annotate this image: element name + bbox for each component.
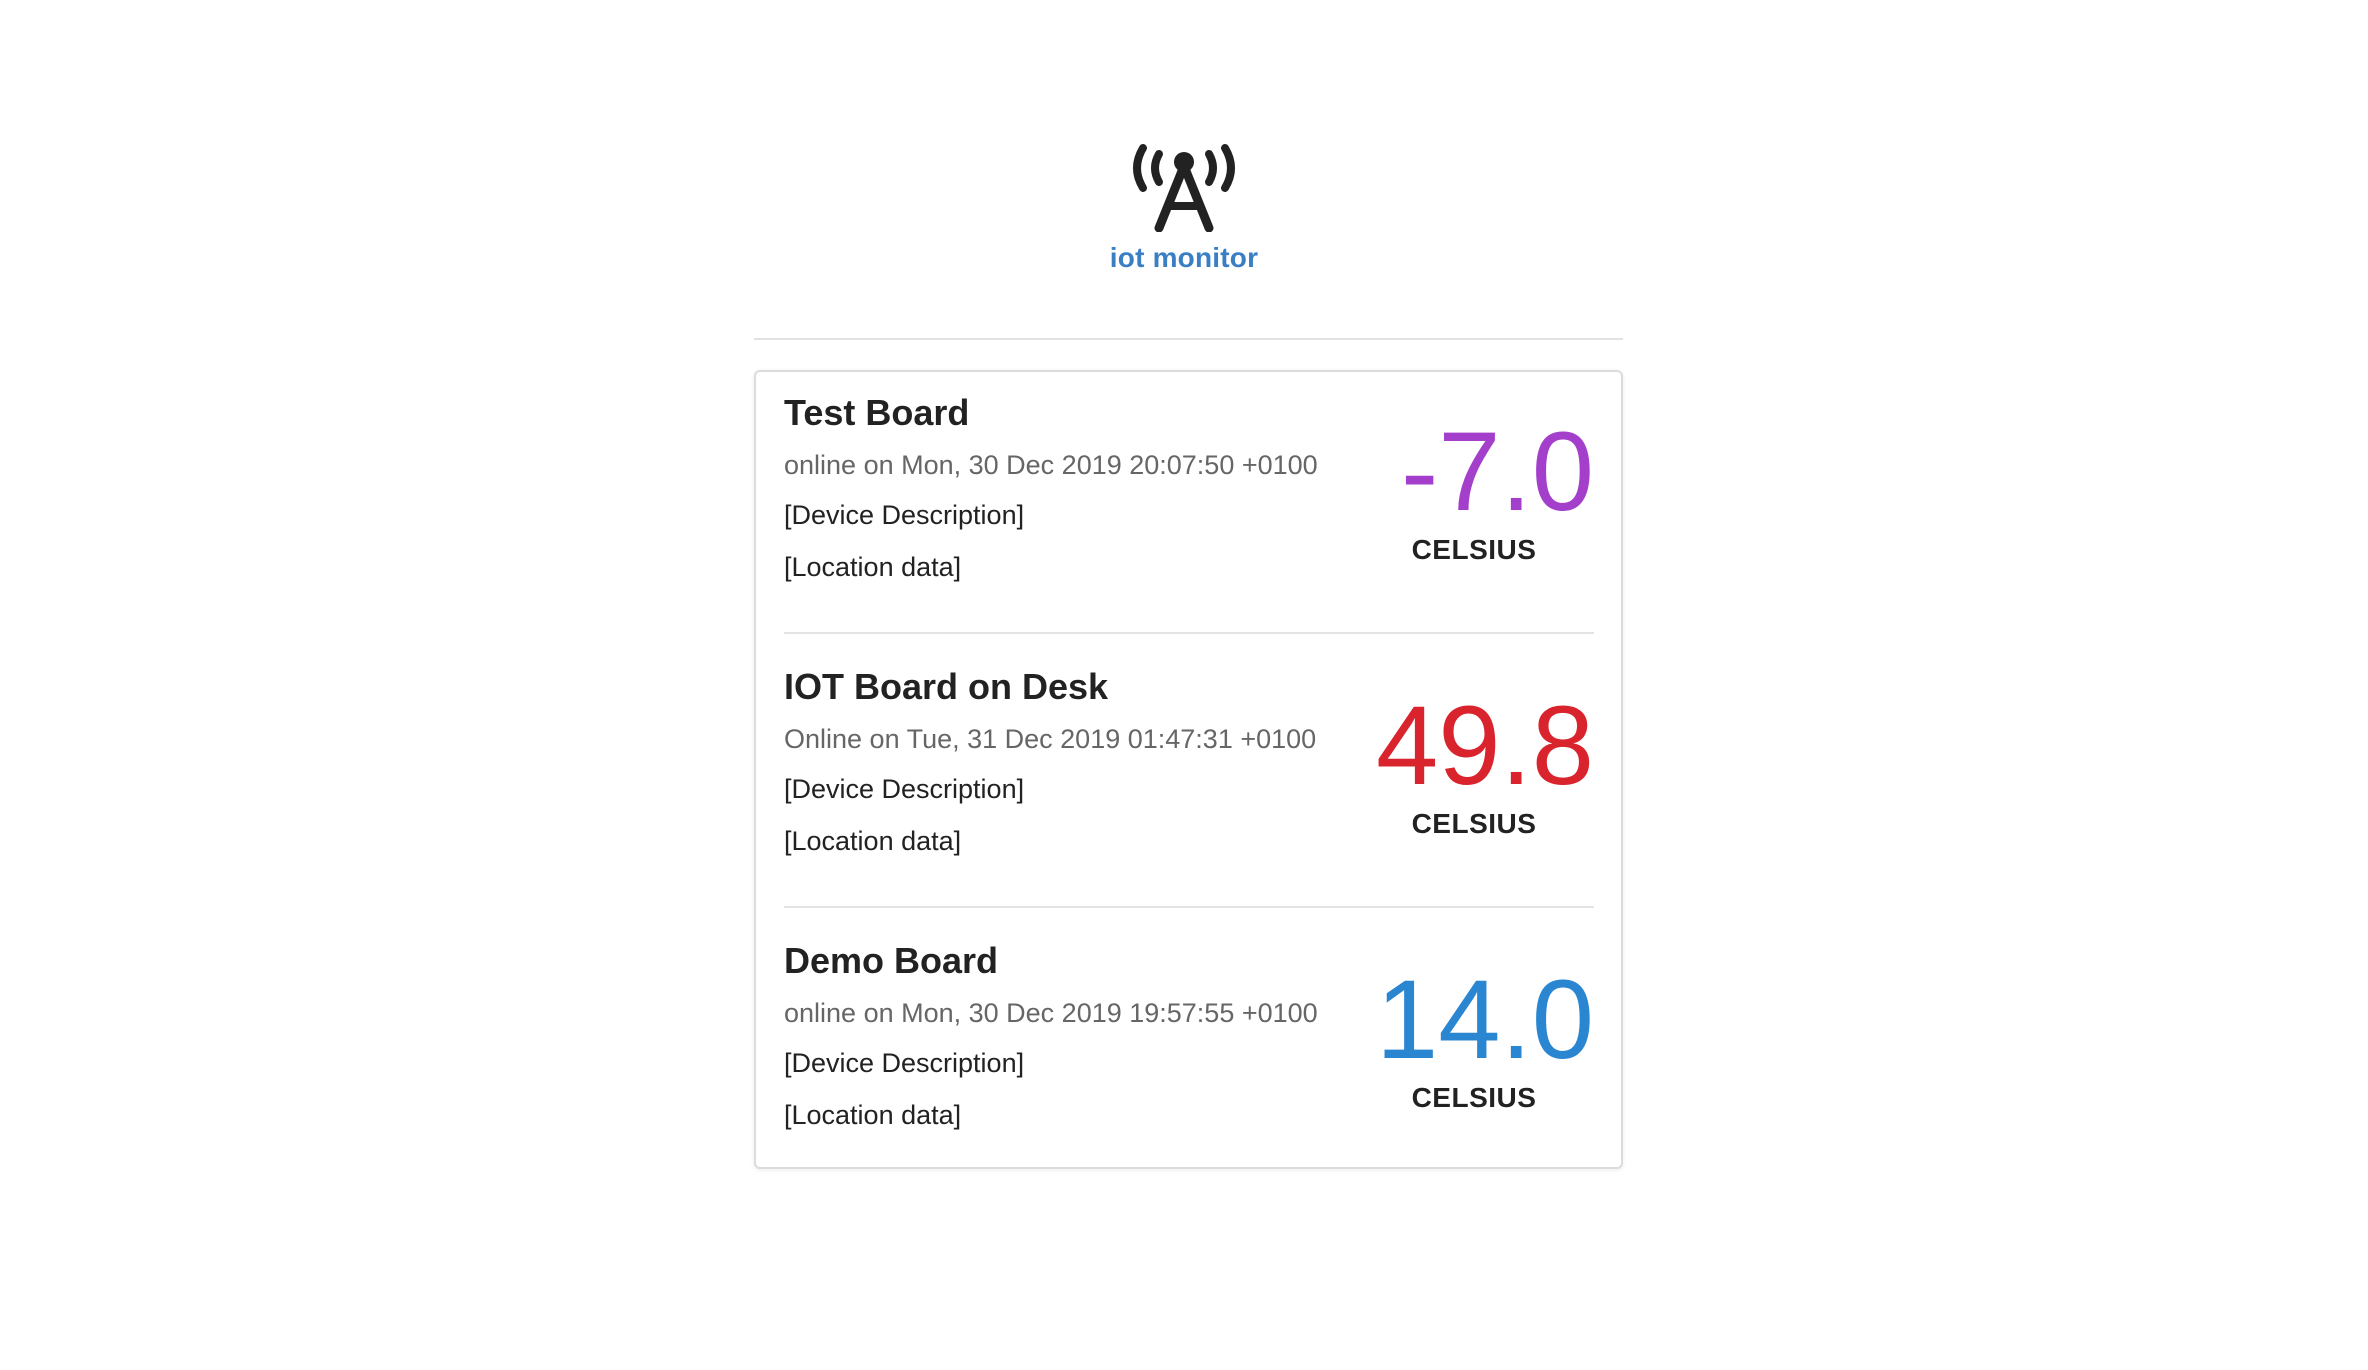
header-divider [754, 338, 1623, 340]
temperature-readout: 49.8 CELSIUS [1354, 683, 1594, 840]
row-divider [784, 632, 1594, 634]
device-location: [Location data] [784, 552, 962, 582]
temperature-unit: CELSIUS [1411, 808, 1537, 839]
temperature-unit: CELSIUS [1411, 1082, 1537, 1113]
device-location: [Location data] [784, 826, 962, 856]
device-description: [Device Description] [784, 1048, 1025, 1078]
temperature-value: -7.0 [1401, 409, 1594, 534]
temperature-readout: 14.0 CELSIUS [1354, 957, 1594, 1114]
temperature-unit: CELSIUS [1411, 534, 1537, 565]
temperature-value: 14.0 [1376, 957, 1594, 1082]
device-list-panel: Test Board online on Mon, 30 Dec 2019 20… [754, 370, 1623, 1169]
device-status: online on Mon, 30 Dec 2019 20:07:50 +010… [784, 450, 1318, 480]
device-status: Online on Tue, 31 Dec 2019 01:47:31 +010… [784, 724, 1317, 754]
row-divider [784, 906, 1594, 908]
device-location: [Location data] [784, 1100, 962, 1130]
device-name: IOT Board on Desk [784, 666, 1109, 707]
temperature-value: 49.8 [1376, 683, 1594, 808]
device-status: online on Mon, 30 Dec 2019 19:57:55 +010… [784, 998, 1318, 1028]
device-item-test-board[interactable]: Test Board online on Mon, 30 Dec 2019 20… [784, 372, 1594, 644]
device-name: Demo Board [784, 940, 999, 981]
app-title[interactable]: iot monitor [0, 242, 2368, 274]
app-header: iot monitor [0, 140, 2368, 274]
device-description: [Device Description] [784, 774, 1025, 804]
device-description: [Device Description] [784, 500, 1025, 530]
device-item-iot-board-on-desk[interactable]: IOT Board on Desk Online on Tue, 31 Dec … [784, 646, 1594, 918]
device-name: Test Board [784, 392, 970, 433]
temperature-readout: -7.0 CELSIUS [1354, 409, 1594, 566]
device-item-demo-board[interactable]: Demo Board online on Mon, 30 Dec 2019 19… [784, 920, 1594, 1192]
antenna-broadcast-icon [1133, 144, 1235, 232]
